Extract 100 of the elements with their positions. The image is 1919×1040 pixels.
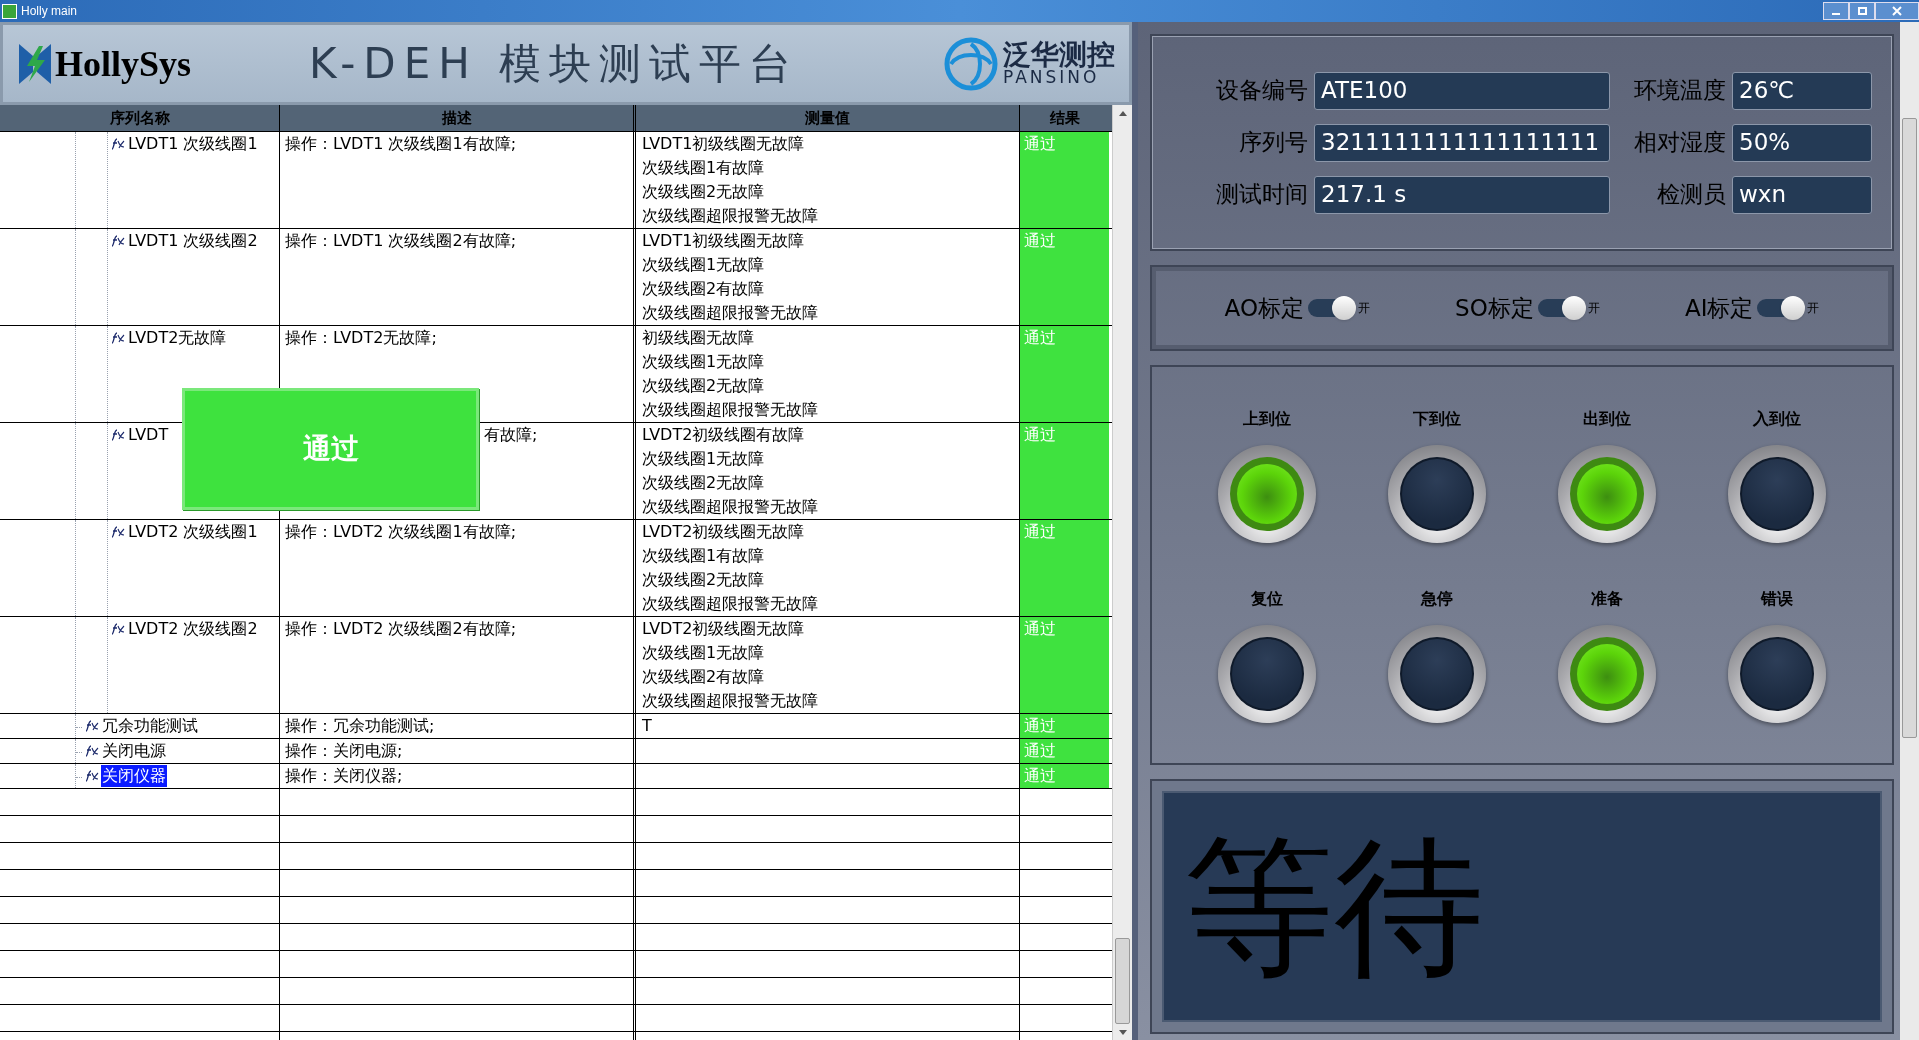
lamp-label: 复位	[1251, 588, 1283, 610]
measurement-text: 次级线圈超限报警无故障	[642, 593, 819, 615]
step-name[interactable]: 关闭电源	[101, 740, 167, 762]
measurement-text: 次级线圈2有故障	[642, 278, 766, 300]
measurement-text: 次级线圈2无故障	[642, 181, 766, 203]
step-name[interactable]: LVDT	[127, 424, 170, 446]
measurement-text: LVDT1初级线圈无故障	[642, 133, 806, 155]
result-text: 通过	[1024, 134, 1056, 153]
input-field[interactable]: 3211111111111111111	[1314, 123, 1610, 162]
toggle-switch[interactable]	[1308, 299, 1354, 317]
logo-icon	[17, 41, 53, 86]
close-icon	[1892, 6, 1902, 16]
popup-text: 通过	[302, 431, 359, 467]
description-text: 操作：冗余功能测试;	[285, 716, 435, 735]
function-icon	[110, 526, 126, 538]
function-icon	[84, 770, 100, 782]
measurement-text: 次级线圈1无故障	[642, 254, 766, 276]
function-icon	[110, 332, 126, 344]
description-text: 操作：关闭电源;	[285, 741, 403, 760]
lamp-label: 出到位	[1583, 408, 1631, 430]
result-text: 通过	[1024, 328, 1056, 347]
toggle-state-text: 开	[1807, 300, 1820, 317]
step-name[interactable]: LVDT1 次级线圈2	[127, 230, 259, 252]
measurement-text: T	[642, 715, 653, 737]
measurement-text: 初级线圈无故障	[642, 327, 755, 349]
step-name[interactable]: LVDT1 次级线圈1	[127, 133, 259, 155]
result-text: 通过	[1024, 619, 1056, 638]
toggle-switch[interactable]	[1537, 299, 1584, 317]
input-field[interactable]: 26℃	[1732, 71, 1872, 110]
measurement-text: 次级线圈2无故障	[642, 569, 766, 591]
result-text: 通过	[1024, 766, 1056, 785]
result-text: 通过	[1024, 522, 1056, 541]
field-label: 序列号	[1238, 128, 1308, 158]
field-label: 环境温度	[1633, 76, 1726, 106]
description-text: 操作：LVDT2 次级线圈2有故障;	[285, 619, 517, 638]
input-field[interactable]: ATE100	[1314, 71, 1610, 110]
measurement-text: LVDT2初级线圈无故障	[642, 521, 806, 543]
toggle-state-text: 开	[1587, 300, 1600, 317]
scrollbar[interactable]	[1900, 22, 1919, 1040]
measurement-text: 次级线圈1无故障	[642, 448, 766, 470]
input-field[interactable]: wxn	[1732, 175, 1872, 214]
function-icon	[84, 745, 100, 757]
step-name[interactable]: 关闭仪器	[101, 765, 167, 787]
maximize-button[interactable]	[1849, 2, 1875, 20]
input-field[interactable]: 217.1 s	[1314, 175, 1610, 214]
result-text: 通过	[1024, 716, 1056, 735]
toggle-label: SO标定	[1455, 293, 1534, 323]
description-text: 操作：LVDT1 次级线圈1有故障;	[285, 134, 517, 153]
measurement-text: 次级线圈2无故障	[642, 472, 766, 494]
description-text: 操作：关闭仪器;	[285, 766, 403, 785]
lamp-label: 准备	[1591, 588, 1623, 610]
field-label: 检测员	[1656, 180, 1726, 210]
result-text: 通过	[1024, 425, 1056, 444]
field-label: 设备编号	[1215, 76, 1308, 106]
measurement-text: 次级线圈超限报警无故障	[642, 302, 819, 324]
description-text: 操作：LVDT2无故障;	[285, 328, 437, 347]
app-title: K-DEH 模块测试平台	[309, 38, 801, 90]
function-icon	[110, 235, 126, 247]
toggle-switch[interactable]	[1757, 299, 1804, 317]
lamp-label: 上到位	[1243, 408, 1291, 430]
close-button[interactable]	[1875, 2, 1919, 20]
function-icon	[84, 720, 100, 732]
measurement-text: 次级线圈超限报警无故障	[642, 205, 819, 227]
measurement-text: 次级线圈2有故障	[642, 666, 766, 688]
lamp-label: 下到位	[1413, 408, 1461, 430]
function-icon	[110, 429, 126, 441]
toggle-label: AI标定	[1684, 293, 1754, 323]
measurement-text: 次级线圈1无故障	[642, 642, 766, 664]
step-name[interactable]: LVDT2无故障	[127, 327, 228, 349]
function-icon	[110, 138, 126, 150]
field-label: 相对湿度	[1633, 128, 1726, 158]
description-text: 操作：LVDT2 次级线圈1有故障;	[285, 522, 517, 541]
lamp-label: 入到位	[1753, 408, 1801, 430]
partner-latin-name: PANSINO	[1003, 69, 1100, 86]
step-name[interactable]: LVDT2 次级线圈1	[127, 521, 259, 543]
description-text: 有故障;	[484, 425, 538, 444]
field-label: 测试时间	[1215, 180, 1308, 210]
function-icon	[110, 623, 126, 635]
lamp-label: 急停	[1421, 588, 1453, 610]
step-name[interactable]: LVDT2 次级线圈2	[127, 618, 259, 640]
description-text: 操作：LVDT1 次级线圈2有故障;	[285, 231, 517, 250]
status-text: 等待	[1184, 831, 1484, 982]
measurement-text: LVDT2初级线圈无故障	[642, 618, 806, 640]
window-title: Holly main	[21, 3, 77, 20]
scrollbar[interactable]	[1112, 105, 1132, 1040]
measurement-text: 次级线圈1有故障	[642, 157, 766, 179]
brand-name: HollySys	[55, 42, 192, 86]
result-text: 通过	[1024, 231, 1056, 250]
minimize-button[interactable]	[1823, 2, 1849, 20]
measurement-text: 次级线圈1有故障	[642, 545, 766, 567]
step-name[interactable]: 冗余功能测试	[101, 715, 199, 737]
toggle-state-text: 开	[1358, 300, 1370, 317]
measurement-text: 次级线圈超限报警无故障	[642, 399, 819, 421]
result-text: 通过	[1024, 741, 1056, 760]
measurement-text: LVDT2初级线圈有故障	[642, 424, 806, 446]
partner-name: 泛华测控	[1003, 41, 1115, 69]
measurement-text: 次级线圈2无故障	[642, 375, 766, 397]
input-field[interactable]: 50%	[1732, 123, 1872, 162]
measurement-text: LVDT1初级线圈无故障	[642, 230, 806, 252]
lamp-label: 错误	[1761, 588, 1793, 610]
